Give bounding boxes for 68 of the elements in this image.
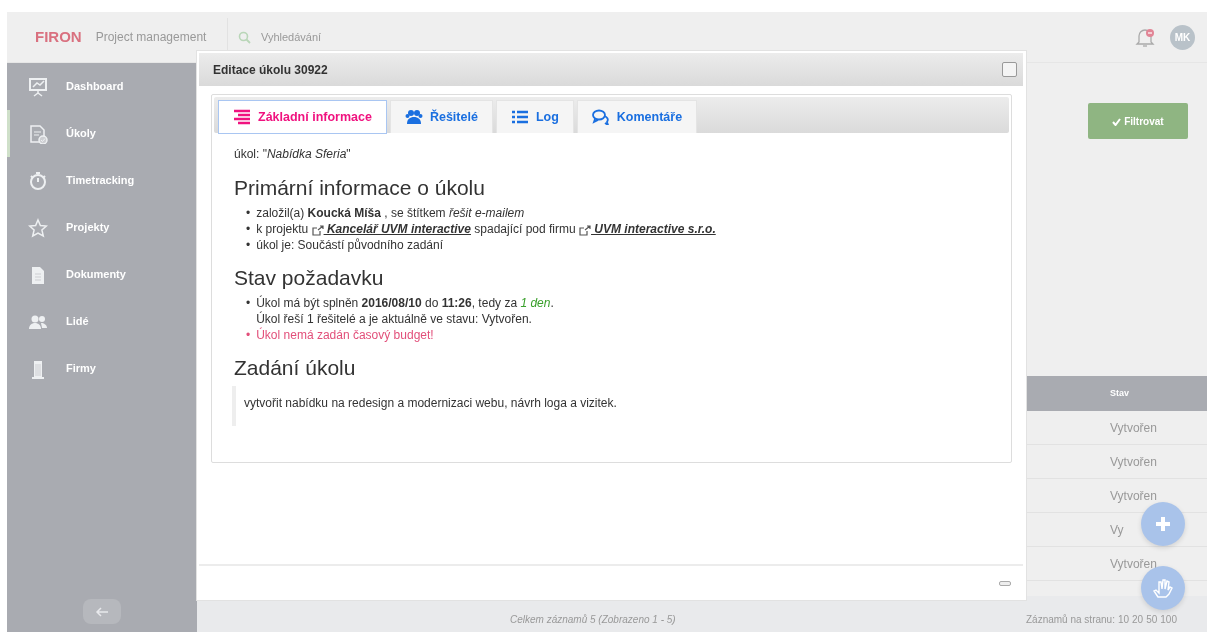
sidebar-item[interactable]: Dashboard (7, 63, 197, 110)
presentation-board-icon (28, 76, 48, 97)
list-item: úkol je: Součástí původního zadání (256, 237, 443, 254)
tab[interactable]: Log (495, 100, 574, 133)
search-icon (238, 30, 251, 44)
table-cell: Vytvořen (1110, 420, 1157, 435)
tab[interactable]: Komentáře (576, 100, 698, 133)
logo: FIRON (35, 26, 82, 47)
app-subtitle: Project management (95, 29, 207, 46)
external-link-icon (579, 224, 592, 236)
hand-icon (1152, 577, 1174, 599)
user-avatar[interactable]: MK (1170, 24, 1195, 50)
section-heading: Primární informace o úkolu (234, 175, 486, 201)
add-button[interactable] (1141, 502, 1185, 546)
item-text: spadající pod firmu (473, 222, 577, 237)
back-button[interactable] (83, 599, 121, 624)
filter-button[interactable]: Filtrovat (1088, 103, 1188, 139)
page-size-link[interactable]: 50 (1146, 612, 1158, 627)
dialog-title: Editace úkolu 30922 (213, 61, 328, 79)
arrow-left-icon (95, 606, 109, 617)
table-cell: Vytvořen (1110, 556, 1157, 571)
sidebar-item[interactable]: Firmy (7, 345, 197, 392)
list-item: Úkol nemá zadán časový budget! (256, 327, 434, 344)
minimize-button[interactable] (999, 580, 1011, 586)
item-text: Úkol řeší 1 řešitelé a je aktuálně ve stavu: Vytvořen. (256, 311, 533, 327)
users-icon (404, 109, 423, 125)
star-icon (28, 217, 48, 238)
bullet: • (246, 327, 251, 344)
column-header: Stav (1110, 386, 1130, 400)
item-text: k projektu (256, 222, 310, 237)
item-text: . (550, 296, 554, 311)
section-heading: Zadání úkolu (234, 355, 357, 381)
check-icon (1112, 117, 1122, 126)
record-count: Celkem záznamů 5 (Zobrazeno 1 - 5) (510, 613, 676, 627)
link[interactable]: Kancelář UVM interactive (323, 222, 471, 237)
task-description: vytvořit nabídku na redesign a modernizaci webu, návrh loga a vizitek. (232, 385, 989, 426)
table-cell: Vytvořen (1110, 454, 1157, 469)
maximize-button[interactable] (1002, 62, 1017, 77)
plus-icon (1154, 515, 1172, 533)
bullet: • (246, 205, 251, 222)
lines-icon (233, 109, 251, 125)
item-text: Úkol má být splněn 2016/08/10 do 11:26, tedy za (256, 296, 519, 311)
page-size-link[interactable]: 10 (1117, 612, 1130, 627)
bullet: • (246, 295, 251, 313)
bell-icon[interactable] (1135, 26, 1156, 48)
section-heading: Stav požadavku (234, 265, 385, 291)
stopwatch-icon (28, 170, 48, 191)
link[interactable]: UVM interactive s.r.o. (591, 222, 716, 237)
sidebar-item[interactable]: Lidé (7, 298, 197, 345)
sidebar-item[interactable]: Timetracking (7, 157, 197, 204)
task-name: úkol: "Nabídka Sferia" (234, 146, 352, 163)
tab[interactable]: Řešitelé (389, 100, 493, 133)
sidebar-item[interactable]: Projekty (7, 204, 197, 251)
bullet: • (246, 221, 251, 238)
sidebar-item[interactable]: Dokumenty (7, 251, 197, 298)
tab[interactable]: Základní informace (218, 100, 387, 134)
document-check-icon (28, 123, 48, 144)
table-cell: Vy (1110, 522, 1124, 537)
list-icon (510, 109, 529, 125)
table-cell: Vytvořen (1110, 488, 1157, 503)
comments-icon (591, 109, 610, 125)
list-item: založil(a) Koucká Míša , se štítkem řešit e-mailem (256, 205, 525, 222)
external-link-icon (311, 224, 324, 236)
search-field[interactable]: Vyhledávání (259, 27, 405, 47)
page-size-link[interactable]: 20 (1132, 612, 1144, 627)
bullet: • (246, 237, 251, 254)
page-size-label: Záznamů na stranu: (1026, 613, 1115, 627)
page-size-link[interactable]: 100 (1160, 612, 1177, 627)
